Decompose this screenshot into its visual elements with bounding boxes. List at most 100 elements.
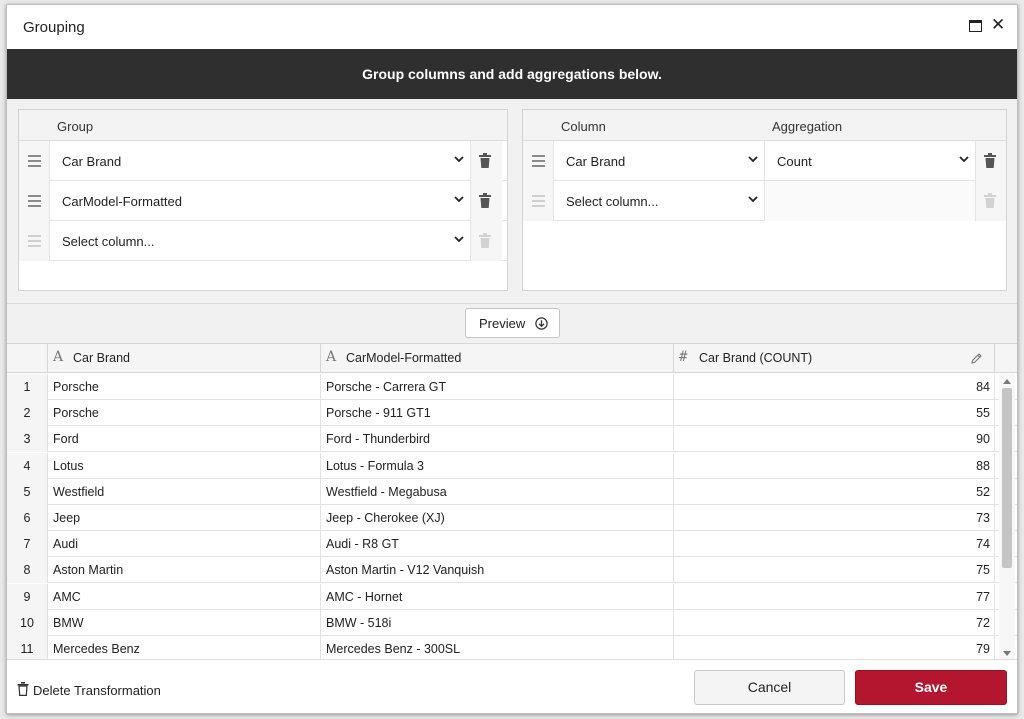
column-header-count[interactable]: # Car Brand (COUNT) <box>674 344 995 373</box>
cell-carmodel: AMC - Hornet <box>321 583 674 610</box>
grid-header: A Car Brand A CarModel-Formatted # Car B… <box>7 344 1017 373</box>
table-row[interactable]: 11 Mercedes Benz Mercedes Benz - 300SL 79 <box>7 636 1017 659</box>
delete-group-button[interactable] <box>471 181 502 221</box>
table-row[interactable]: 5 Westfield Westfield - Megabusa 52 <box>7 478 1017 505</box>
row-number: 1 <box>7 374 48 400</box>
table-row[interactable]: 1 Porsche Porsche - Carrera GT 84 <box>7 374 1017 400</box>
table-row[interactable]: 6 Jeep Jeep - Cherokee (XJ) 73 <box>7 505 1017 531</box>
cell-carmodel: Lotus - Formula 3 <box>321 452 674 479</box>
chevron-down-icon <box>454 196 464 203</box>
aggregation-type-value: Count <box>777 154 812 169</box>
cell-count: 73 <box>674 505 995 531</box>
table-row[interactable]: 7 Audi Audi - R8 GT 74 <box>7 531 1017 558</box>
preview-button[interactable]: Preview <box>465 308 560 338</box>
drag-handle-icon[interactable] <box>19 141 50 181</box>
aggregation-row: Select column... <box>523 181 1006 221</box>
group-panel: Group Car Brand CarModel-Formatted Selec… <box>18 109 508 291</box>
aggregation-column-value: Car Brand <box>566 154 626 169</box>
text-type-icon: A <box>53 349 64 365</box>
scrollbar-thumb[interactable] <box>1002 388 1012 568</box>
cell-car-brand: Aston Martin <box>48 557 321 584</box>
cell-carmodel: Audi - R8 GT <box>321 531 674 558</box>
group-column-select[interactable]: Select column... <box>50 221 471 261</box>
row-number: 6 <box>7 505 48 531</box>
cancel-button[interactable]: Cancel <box>694 670 845 705</box>
group-column-placeholder: Select column... <box>62 234 155 249</box>
cell-carmodel: Jeep - Cherokee (XJ) <box>321 505 674 531</box>
cell-car-brand: Ford <box>48 426 321 453</box>
table-row[interactable]: 8 Aston Martin Aston Martin - V12 Vanquish… <box>7 557 1017 584</box>
cell-count: 72 <box>674 609 995 636</box>
aggregation-column-select[interactable]: Car Brand <box>554 141 765 181</box>
maximize-icon[interactable] <box>969 20 982 32</box>
instruction-banner: Group columns and add aggregations below… <box>7 49 1017 99</box>
column-header-carmodel[interactable]: A CarModel-Formatted <box>321 344 674 373</box>
row-number: 4 <box>7 452 48 479</box>
cell-car-brand: BMW <box>48 609 321 636</box>
dialog-titlebar: Grouping ✕ <box>7 5 1017 49</box>
table-row[interactable]: 3 Ford Ford - Thunderbird 90 <box>7 426 1017 453</box>
table-row[interactable]: 4 Lotus Lotus - Formula 3 88 <box>7 452 1017 479</box>
drag-handle-icon[interactable] <box>19 181 50 221</box>
save-button[interactable]: Save <box>855 670 1007 705</box>
aggregation-type-select <box>765 181 976 221</box>
delete-group-button <box>471 221 502 261</box>
delete-aggregation-button[interactable] <box>976 141 1006 181</box>
cell-car-brand: Lotus <box>48 452 321 479</box>
close-icon[interactable]: ✕ <box>991 16 1005 33</box>
cell-car-brand: Jeep <box>48 505 321 531</box>
cell-count: 74 <box>674 531 995 558</box>
cell-car-brand: Porsche <box>48 400 321 427</box>
number-type-icon: # <box>679 349 688 365</box>
cell-car-brand: AMC <box>48 583 321 610</box>
aggregation-column-placeholder: Select column... <box>566 194 659 209</box>
pencil-icon[interactable] <box>970 352 983 365</box>
chevron-down-icon <box>959 156 969 163</box>
scroll-down-icon[interactable] <box>1003 651 1011 656</box>
aggregation-type-select[interactable]: Count <box>765 141 976 181</box>
drag-handle-icon <box>523 181 554 221</box>
cell-count: 90 <box>674 426 995 453</box>
delete-group-button[interactable] <box>471 141 502 181</box>
arrow-down-circle-icon <box>535 317 548 330</box>
group-row: Select column... <box>19 221 507 261</box>
row-number: 11 <box>7 636 48 659</box>
cell-count: 88 <box>674 452 995 479</box>
chevron-down-icon <box>748 156 758 163</box>
text-type-icon: A <box>326 349 337 365</box>
drag-handle-icon[interactable] <box>523 141 554 181</box>
table-row[interactable]: 9 AMC AMC - Hornet 77 <box>7 583 1017 610</box>
dialog-title: Grouping <box>23 19 85 36</box>
cell-count: 84 <box>674 374 995 400</box>
cell-carmodel: Mercedes Benz - 300SL <box>321 636 674 659</box>
cell-car-brand: Audi <box>48 531 321 558</box>
trash-outline-icon <box>17 682 29 696</box>
row-number: 5 <box>7 478 48 505</box>
vertical-scrollbar[interactable] <box>999 374 1015 659</box>
configuration-area: Group Car Brand CarModel-Formatted Selec… <box>7 99 1017 303</box>
group-panel-header: Group <box>19 110 507 141</box>
table-row[interactable]: 10 BMW BMW - 518i 72 <box>7 609 1017 636</box>
column-header-label: Car Brand (COUNT) <box>699 351 813 365</box>
table-row[interactable]: 2 Porsche Porsche - 911 GT1 55 <box>7 400 1017 427</box>
group-column-select[interactable]: Car Brand <box>50 141 471 181</box>
cell-count: 52 <box>674 478 995 505</box>
cell-car-brand: Westfield <box>48 478 321 505</box>
cell-carmodel: Porsche - 911 GT1 <box>321 400 674 427</box>
dialog-footer: Delete Transformation Cancel Save <box>7 659 1017 713</box>
row-number: 8 <box>7 557 48 584</box>
aggregation-column-select[interactable]: Select column... <box>554 181 765 221</box>
drag-handle-icon <box>19 221 50 261</box>
aggregation-header-label: Aggregation <box>772 119 843 134</box>
chevron-down-icon <box>748 196 758 203</box>
preview-button-label: Preview <box>479 316 526 331</box>
trash-icon <box>479 233 491 248</box>
cell-car-brand: Mercedes Benz <box>48 636 321 659</box>
group-column-select[interactable]: CarModel-Formatted <box>50 181 471 221</box>
scroll-up-icon[interactable] <box>1003 379 1011 384</box>
column-header-car-brand[interactable]: A Car Brand <box>48 344 321 373</box>
trash-icon <box>479 193 491 208</box>
row-number: 7 <box>7 531 48 558</box>
cell-carmodel: Aston Martin - V12 Vanquish <box>321 557 674 584</box>
grouping-dialog: Grouping ✕ Group columns and add aggrega… <box>6 4 1018 714</box>
